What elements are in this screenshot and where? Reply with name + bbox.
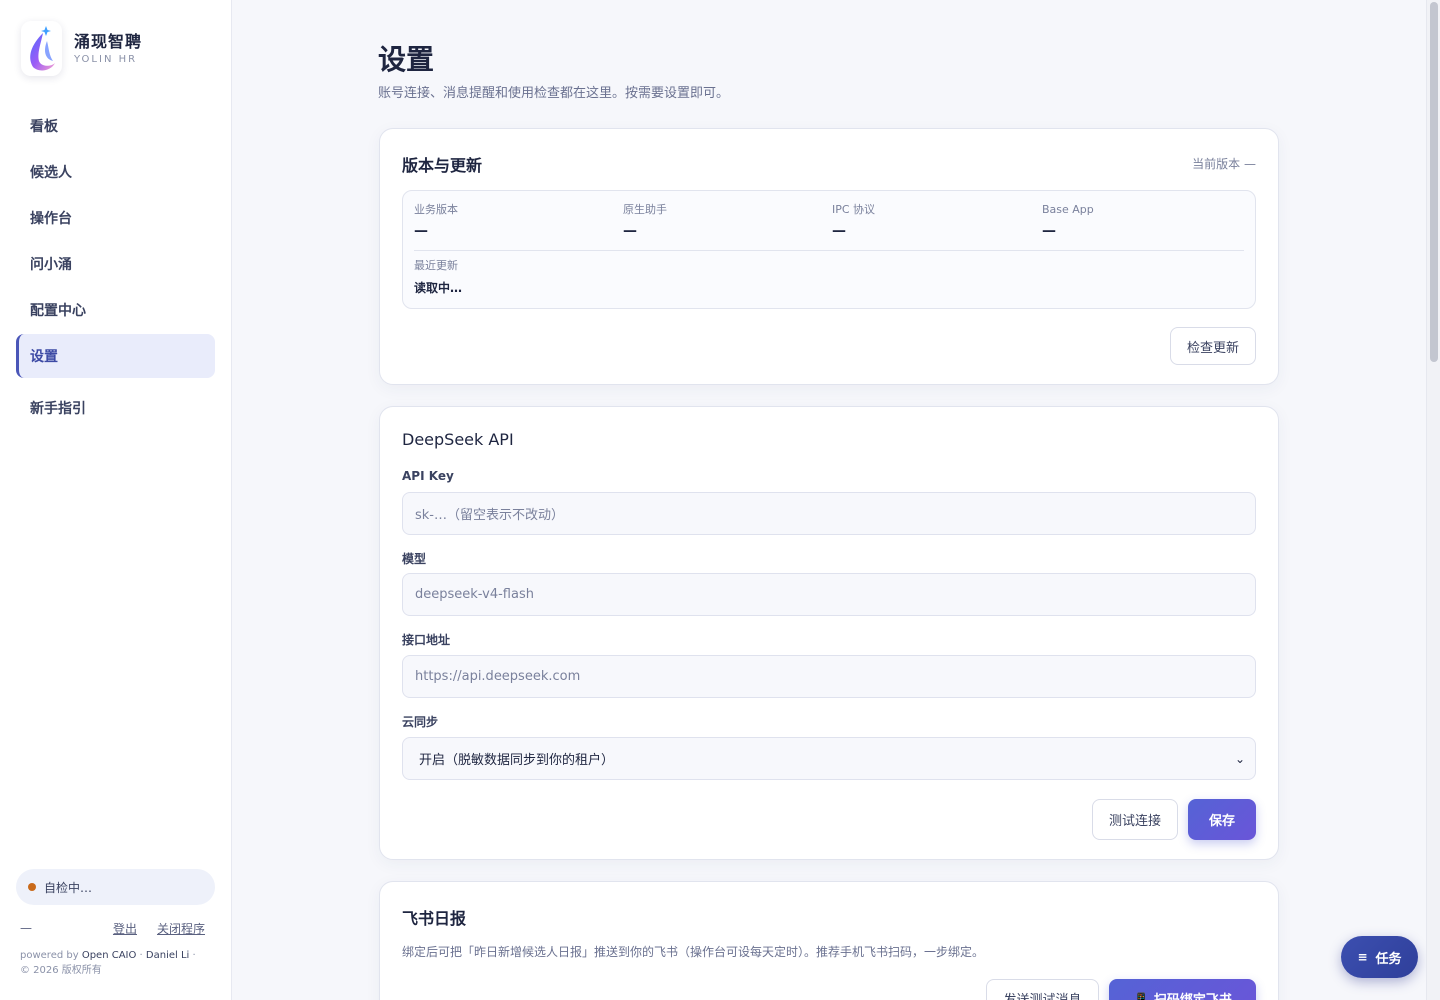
version-card-title: 版本与更新 [402, 156, 483, 175]
send-test-message-button[interactable]: 发送测试消息 [986, 979, 1099, 1000]
powered-by: powered by Open CAIO · Daniel Li · © 202… [20, 948, 220, 978]
scan-bind-feishu-button[interactable]: 📱 扫码绑定飞书 [1109, 979, 1256, 1000]
powered-sep2: · [192, 950, 196, 961]
divider [414, 250, 1244, 251]
brand-logo-icon [21, 21, 62, 76]
save-button[interactable]: 保存 [1188, 799, 1256, 840]
version-item-business: 业务版本 — [414, 203, 458, 239]
sidebar-item-candidates[interactable]: 候选人 [16, 150, 215, 194]
user-placeholder: — [20, 921, 32, 935]
recent-update-label: 最近更新 [414, 259, 458, 272]
current-version: 当前版本 — [1192, 157, 1256, 171]
deepseek-card-title: DeepSeek API [402, 430, 514, 449]
endpoint-input[interactable]: https://api.deepseek.com [402, 655, 1256, 698]
version-item-value: — [1042, 223, 1056, 239]
cloud-sync-select[interactable]: 开启（脱敏数据同步到你的租户） ⌄ [402, 737, 1256, 780]
version-card: 版本与更新 当前版本 — 业务版本 — 原生助手 — IPC 协议 — Base… [379, 128, 1279, 385]
sidebar-item-config-center[interactable]: 配置中心 [16, 288, 215, 332]
api-key-input[interactable]: sk-…（留空表示不改动） [402, 492, 1256, 535]
sidebar-item-console[interactable]: 操作台 [16, 196, 215, 240]
endpoint-label: 接口地址 [402, 633, 451, 647]
powered-prefix: powered by [20, 950, 79, 961]
recent-update: 最近更新 读取中… [414, 259, 462, 296]
sidebar-footer: — 登出 关闭程序 [20, 919, 205, 937]
powered-org: Open CAIO [81, 950, 137, 961]
self-check-status[interactable]: 自检中… [16, 869, 215, 905]
version-item-label: Base App [1042, 203, 1094, 216]
scrollbar[interactable] [1426, 0, 1440, 1000]
deepseek-card: DeepSeek API API Key sk-…（留空表示不改动） 模型 de… [379, 406, 1279, 860]
brand-name: 涌现智聘 [74, 31, 143, 51]
brand[interactable]: 涌现智聘 YOLIN HR [21, 21, 142, 76]
feishu-card-title: 飞书日报 [402, 909, 467, 928]
recent-update-value: 读取中… [414, 281, 463, 295]
version-item-base-app: Base App — [1042, 203, 1094, 239]
powered-sep: · [139, 950, 143, 961]
status-dot-icon [28, 883, 36, 891]
version-item-label: 业务版本 [414, 203, 458, 216]
feishu-card: 飞书日报 绑定后可把「昨日新增候选人日报」推送到你的飞书（操作台可设每天定时）。… [379, 881, 1279, 1000]
api-key-label: API Key [402, 469, 454, 483]
version-item-ipc: IPC 协议 — [832, 203, 875, 239]
check-update-button[interactable]: 检查更新 [1170, 327, 1256, 365]
list-icon: ≡ [1357, 950, 1368, 964]
page-description: 账号连接、消息提醒和使用检查都在这里。按需要设置即可。 [378, 86, 730, 101]
cloud-sync-label: 云同步 [402, 715, 439, 729]
cloud-sync-value: 开启（脱敏数据同步到你的租户） [419, 753, 615, 768]
sidebar: 涌现智聘 YOLIN HR 看板 候选人 操作台 问小涌 配置中心 设置 新手指… [0, 0, 232, 1000]
version-item-native: 原生助手 — [623, 203, 667, 239]
main-content: 设置 账号连接、消息提醒和使用检查都在这里。按需要设置即可。 版本与更新 当前版… [232, 0, 1424, 1000]
version-item-value: — [832, 223, 846, 239]
sidebar-item-guide[interactable]: 新手指引 [16, 386, 215, 430]
model-input[interactable]: deepseek-v4-flash [402, 573, 1256, 616]
version-info-box: 业务版本 — 原生助手 — IPC 协议 — Base App — 最近更新 读… [402, 190, 1256, 309]
page-title: 设置 [378, 43, 435, 76]
sidebar-nav: 看板 候选人 操作台 问小涌 配置中心 设置 新手指引 [16, 104, 215, 432]
copyright: © 2026 版权所有 [20, 965, 102, 976]
sidebar-item-ask-assistant[interactable]: 问小涌 [16, 242, 215, 286]
sidebar-item-dashboard[interactable]: 看板 [16, 104, 215, 148]
version-item-value: — [414, 223, 428, 239]
task-button[interactable]: ≡ 任务 [1341, 936, 1418, 978]
version-item-label: 原生助手 [623, 203, 667, 216]
powered-author: Daniel Li [145, 950, 190, 961]
self-check-label: 自检中… [44, 880, 93, 895]
version-item-label: IPC 协议 [832, 203, 876, 216]
scrollbar-thumb[interactable] [1430, 2, 1438, 362]
brand-subtitle: YOLIN HR [74, 53, 138, 65]
version-item-value: — [623, 223, 637, 239]
model-label: 模型 [402, 552, 427, 566]
logout-link[interactable]: 登出 [113, 920, 137, 937]
sidebar-item-settings[interactable]: 设置 [16, 334, 215, 378]
feishu-description: 绑定后可把「昨日新增候选人日报」推送到你的飞书（操作台可设每天定时）。推荐手机飞… [402, 945, 985, 959]
chevron-down-icon: ⌄ [1234, 751, 1245, 766]
test-connection-button[interactable]: 测试连接 [1092, 799, 1178, 840]
task-button-label: 任务 [1375, 951, 1402, 967]
close-app-link[interactable]: 关闭程序 [157, 920, 205, 937]
